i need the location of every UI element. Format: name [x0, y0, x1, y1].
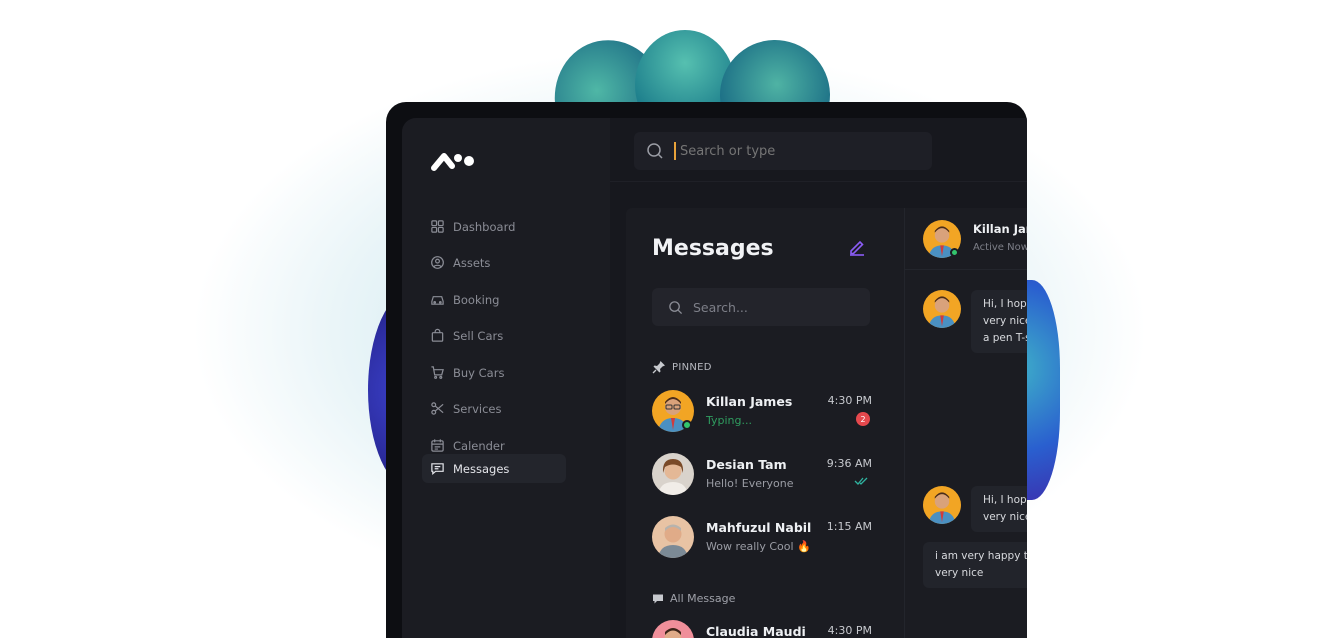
sidebar-item-label: Buy Cars [453, 365, 505, 380]
top-bar [610, 118, 1027, 182]
conversation-name: Claudia Maudi [706, 624, 806, 638]
conversation-name: Killan James [706, 394, 793, 409]
message-line: Hi, I hope you are doing [983, 298, 1027, 310]
shopping-bag-icon [431, 328, 444, 342]
chat-header: Killan James Active Now [905, 208, 1027, 270]
message-line: i am very happy today [935, 550, 1027, 562]
chat-contact-name: Killan James [973, 222, 1027, 236]
message-line: very nice today [983, 511, 1027, 523]
conversation-time: 4:30 PM [827, 394, 872, 407]
message-line: very nice [935, 567, 984, 579]
global-search-input[interactable] [680, 143, 900, 159]
conversation-item[interactable]: Mahfuzul Nabil Wow really Cool 🔥 1:15 AM [652, 516, 872, 560]
online-status-indicator [682, 420, 692, 430]
cart-icon [431, 366, 444, 379]
car-icon [431, 296, 444, 305]
conversation-search-placeholder: Search... [693, 299, 748, 315]
message-line: Hi, I hope you are doing [983, 494, 1027, 506]
edit-icon[interactable] [848, 238, 866, 256]
app-logo[interactable] [430, 148, 476, 174]
chat-bubble-icon [653, 594, 663, 603]
person-circle-icon [431, 256, 444, 269]
sidebar-item-sell-cars[interactable]: Sell Cars [422, 321, 566, 350]
online-status-indicator [950, 248, 959, 257]
messages-content: Messages Search... PINNED Killan James T… [626, 208, 1027, 638]
conversation-preview: Wow really Cool 🔥 [706, 540, 811, 553]
sidebar-item-label: Sell Cars [453, 328, 504, 343]
conversation-preview: Hello! Everyone [706, 477, 794, 490]
message-bubble: Hi, I hope you are doing very nice today… [971, 290, 1027, 353]
sidebar-item-label: Booking [453, 292, 500, 307]
conversation-name: Desian Tam [706, 457, 787, 472]
sidebar: Dashboard Assets Booking Sell Cars Buy C… [402, 118, 610, 638]
conversation-time: 1:15 AM [826, 520, 872, 533]
chat-contact-status: Active Now [973, 242, 1027, 253]
conversation-preview: Typing... [706, 414, 752, 427]
conversation-list-panel: Messages Search... PINNED Killan James T… [626, 208, 896, 638]
conversation-item[interactable]: Desian Tam Hello! Everyone 9:36 AM [652, 453, 872, 497]
own-message-bubble: i am very happy today very nice [923, 542, 1027, 588]
scissors-icon [431, 402, 444, 415]
main-area: Messages Search... PINNED [610, 118, 1027, 638]
sidebar-item-label: Calender [453, 438, 505, 453]
read-receipt-icon [854, 477, 868, 485]
message-line: very nice today. Send me [983, 315, 1027, 327]
page-title: Messages [652, 236, 774, 261]
chat-panel: Killan James Active Now Hi, I hope you a… [904, 208, 1027, 638]
all-messages-label: All Message [670, 592, 736, 605]
message-bubble: Hi, I hope you are doing very nice today [971, 486, 1027, 532]
grid-icon [431, 220, 444, 233]
sidebar-item-booking[interactable]: Booking [422, 285, 566, 314]
search-icon [647, 143, 663, 159]
sidebar-item-label: Services [453, 401, 502, 416]
conversation-time: 9:36 AM [826, 457, 872, 470]
unread-badge: 2 [856, 412, 870, 426]
avatar [923, 290, 961, 328]
avatar [652, 516, 694, 558]
pinned-section-label: PINNED [652, 360, 712, 374]
sidebar-item-label: Messages [453, 461, 510, 476]
search-icon [669, 300, 683, 314]
avatar [652, 620, 694, 638]
calendar-icon [431, 439, 444, 452]
conversation-item[interactable]: Claudia Maudi 4:30 PM [652, 620, 872, 638]
conversation-search[interactable]: Search... [652, 288, 870, 326]
sidebar-item-label: Assets [453, 255, 491, 270]
conversation-time: 4:30 PM [827, 624, 872, 637]
device-frame: Dashboard Assets Booking Sell Cars Buy C… [386, 102, 1027, 638]
sidebar-item-messages[interactable]: Messages [422, 454, 566, 483]
text-caret [674, 142, 676, 160]
sidebar-item-label: Dashboard [453, 219, 516, 234]
sidebar-item-dashboard[interactable]: Dashboard [422, 212, 566, 241]
avatar [652, 453, 694, 495]
conversation-item[interactable]: Killan James Typing... 4:30 PM 2 [652, 390, 872, 434]
sidebar-item-assets[interactable]: Assets [422, 248, 566, 277]
message-line: a pen T-shirt [983, 332, 1027, 344]
chat-icon [431, 463, 444, 475]
conversation-name: Mahfuzul Nabil [706, 520, 812, 535]
sidebar-item-buy-cars[interactable]: Buy Cars [422, 358, 566, 387]
avatar [923, 486, 961, 524]
pinned-label: PINNED [672, 361, 712, 373]
global-search[interactable] [634, 132, 932, 170]
all-messages-section-label: All Message [652, 592, 735, 605]
pin-icon [652, 361, 665, 374]
sidebar-item-services[interactable]: Services [422, 394, 566, 423]
app-screen: Dashboard Assets Booking Sell Cars Buy C… [402, 118, 1027, 638]
